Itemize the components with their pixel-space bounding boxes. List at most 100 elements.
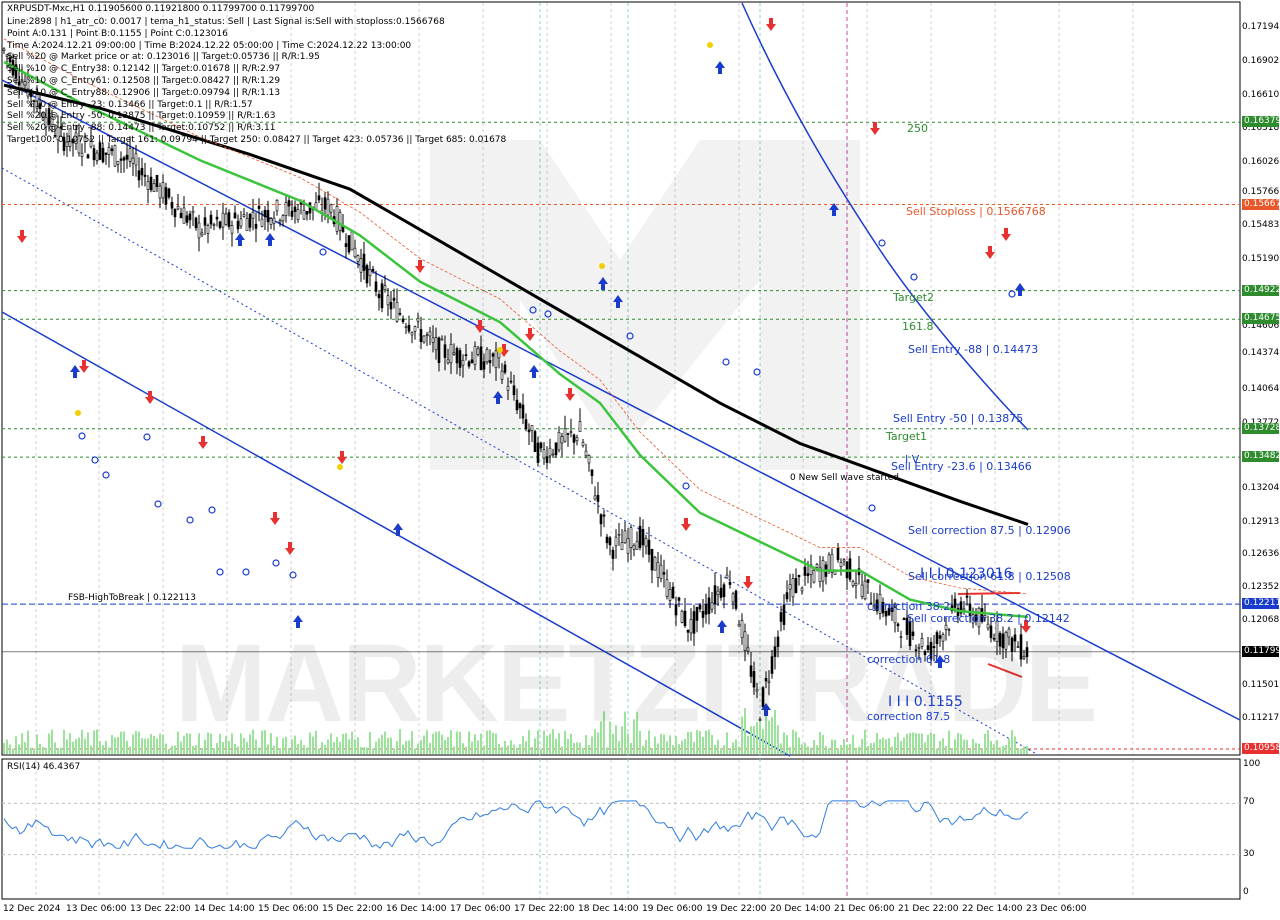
volume-bar bbox=[60, 747, 62, 754]
candle-body bbox=[584, 450, 588, 456]
candle-body bbox=[704, 604, 708, 615]
candle-body bbox=[560, 436, 564, 444]
candle-body bbox=[488, 360, 492, 364]
volume-bar bbox=[273, 745, 275, 754]
candle-body bbox=[422, 335, 426, 343]
candle-body bbox=[521, 404, 525, 419]
date-tick-label: 20 Dec 14:00 bbox=[770, 904, 831, 914]
candle-body bbox=[113, 145, 117, 167]
candle-body bbox=[596, 494, 600, 502]
candle-body bbox=[557, 432, 561, 451]
candle-body bbox=[278, 220, 282, 223]
volume-bar bbox=[81, 729, 83, 754]
candle-body bbox=[170, 201, 174, 209]
candle-body bbox=[383, 285, 387, 290]
candle-body bbox=[362, 253, 366, 271]
candle-body bbox=[119, 158, 123, 161]
candle-body bbox=[482, 361, 486, 370]
candle-body bbox=[677, 597, 681, 601]
price-tick-label: 0.14374 bbox=[1242, 348, 1280, 359]
price-tick-label: 0.16610 bbox=[1242, 89, 1280, 100]
candle-body bbox=[254, 223, 258, 229]
annot-new-sell-wave: 0 New Sell wave started bbox=[790, 473, 900, 483]
volume-bar bbox=[213, 748, 215, 754]
candle-body bbox=[281, 215, 285, 222]
candle-body bbox=[491, 353, 495, 357]
candle-body bbox=[572, 434, 576, 443]
candle-body bbox=[185, 215, 189, 223]
volume-bar bbox=[63, 729, 65, 754]
candle-body bbox=[476, 348, 480, 355]
candle-body bbox=[485, 349, 489, 363]
info-line: Line:2898 | h1_atr_c0: 0.0017 | tema_h1_… bbox=[7, 17, 445, 27]
annot-point-b: I I I 0.1155 bbox=[888, 694, 963, 710]
candle-body bbox=[101, 147, 105, 163]
candle-body bbox=[701, 610, 705, 618]
candle-body bbox=[233, 212, 237, 219]
volume-bar bbox=[21, 733, 23, 754]
date-tick-label: 23 Dec 06:00 bbox=[1026, 904, 1087, 914]
volume-bar bbox=[9, 744, 11, 754]
candle-body bbox=[695, 606, 699, 621]
annot-sell-entry-88: Sell Entry -88 | 0.14473 bbox=[908, 343, 1039, 356]
candle-body bbox=[305, 211, 309, 215]
candle-body bbox=[290, 210, 294, 217]
candle-body bbox=[80, 152, 84, 157]
candle-body bbox=[467, 361, 471, 367]
candle-body bbox=[512, 385, 516, 396]
volume-bar bbox=[540, 748, 542, 754]
volume-bar bbox=[90, 745, 92, 754]
candle-body bbox=[386, 295, 390, 306]
star-icon bbox=[707, 42, 713, 48]
candle-body bbox=[470, 359, 474, 364]
candle-body bbox=[575, 437, 579, 442]
volume-bar bbox=[828, 748, 830, 754]
candle-body bbox=[602, 514, 606, 517]
candle-body bbox=[134, 153, 138, 166]
candle-body bbox=[638, 525, 642, 548]
candle-body bbox=[446, 359, 450, 364]
volume-bar bbox=[117, 736, 119, 754]
rsi-level-label: 70 bbox=[1243, 797, 1255, 808]
rsi-plot-frame bbox=[1, 758, 1241, 900]
volume-bar bbox=[360, 747, 362, 754]
candle-body bbox=[455, 348, 459, 364]
candle-body bbox=[356, 255, 360, 262]
candle-body bbox=[197, 222, 201, 239]
price-tick-label: 0.12913 bbox=[1242, 516, 1280, 527]
volume-bar bbox=[96, 729, 98, 754]
candle-body bbox=[461, 359, 465, 366]
candle-body bbox=[500, 370, 504, 380]
candle-body bbox=[578, 421, 582, 432]
candle-body bbox=[623, 530, 627, 544]
candle-body bbox=[536, 442, 540, 463]
candle-body bbox=[842, 559, 846, 562]
volume-bar bbox=[465, 746, 467, 754]
candle-body bbox=[158, 185, 162, 199]
star-icon bbox=[497, 347, 503, 353]
candle-body bbox=[581, 442, 585, 446]
candle-body bbox=[563, 428, 567, 442]
volume-bar bbox=[30, 747, 32, 754]
candle-body bbox=[641, 529, 645, 546]
info-line: Sell %10 @ C_Entry88: 0.12906 || Target:… bbox=[7, 87, 281, 98]
price-tick-label: 0.12636 bbox=[1242, 548, 1280, 559]
candle-body bbox=[707, 597, 711, 615]
candle-body bbox=[425, 334, 429, 336]
candle-body bbox=[449, 344, 453, 364]
volume-bar bbox=[123, 731, 125, 754]
volume-bar bbox=[138, 731, 140, 754]
price-tick-label: 0.12068 bbox=[1242, 614, 1280, 625]
candle-body bbox=[542, 449, 546, 459]
level-price-box: 0.10958 bbox=[1242, 742, 1280, 754]
candle-body bbox=[266, 210, 270, 223]
candle-body bbox=[806, 573, 810, 577]
candle-body bbox=[953, 598, 957, 608]
date-tick-label: 16 Dec 14:00 bbox=[386, 904, 447, 914]
candle-body bbox=[524, 419, 528, 430]
candle-body bbox=[803, 566, 807, 576]
candle-body bbox=[659, 564, 663, 579]
info-line: Sell %20 @ Entry -50: 0.13875 || Target:… bbox=[7, 111, 276, 122]
candle-body bbox=[398, 312, 402, 315]
price-tick-label: 0.15766 bbox=[1242, 187, 1280, 198]
